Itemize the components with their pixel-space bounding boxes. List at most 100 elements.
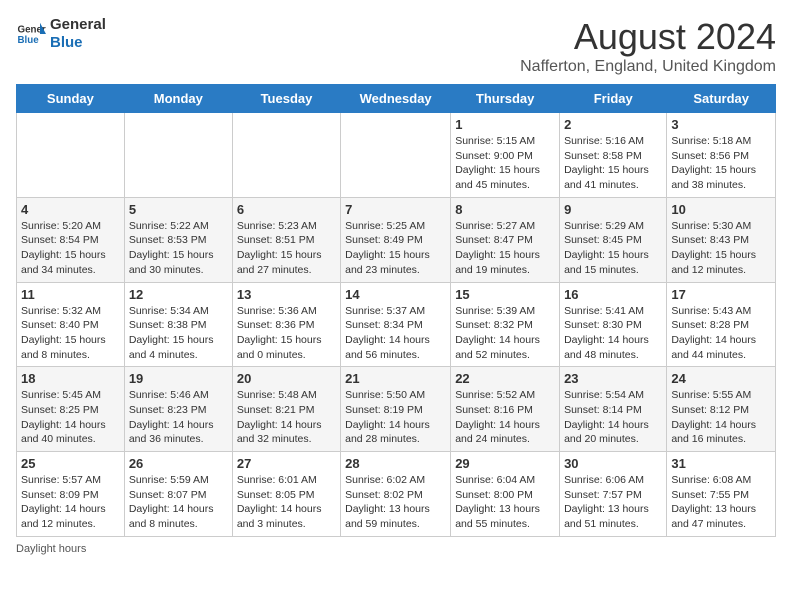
- day-cell: [232, 113, 340, 198]
- day-cell: 4 Sunrise: 5:20 AM Sunset: 8:54 PM Daylig…: [17, 197, 125, 282]
- day-number: 3: [671, 117, 771, 132]
- day-detail: Sunrise: 5:39 AM Sunset: 8:32 PM Dayligh…: [455, 304, 555, 363]
- day-detail: Sunrise: 5:43 AM Sunset: 8:28 PM Dayligh…: [671, 304, 771, 363]
- title-area: August 2024 Nafferton, England, United K…: [520, 16, 776, 76]
- day-cell: 11Sunrise: 5:32 AM Sunset: 8:40 PM Dayli…: [17, 282, 125, 367]
- day-number: 24: [671, 371, 771, 386]
- day-detail: Sunrise: 6:01 AM Sunset: 8:05 PM Dayligh…: [237, 473, 336, 532]
- day-detail: Sunrise: 5:29 AM Sunset: 8:45 PM Dayligh…: [564, 219, 662, 278]
- header-cell-sunday: Sunday: [17, 85, 125, 113]
- day-detail: Sunrise: 6:02 AM Sunset: 8:02 PM Dayligh…: [345, 473, 446, 532]
- day-cell: 8 Sunrise: 5:27 AM Sunset: 8:47 PM Daylig…: [451, 197, 560, 282]
- day-detail: Sunrise: 5:36 AM Sunset: 8:36 PM Dayligh…: [237, 304, 336, 363]
- day-number: 6: [237, 202, 336, 217]
- svg-text:Blue: Blue: [18, 35, 40, 46]
- day-number: 12: [129, 287, 228, 302]
- day-cell: 23 Sunrise: 5:54 AM Sunset: 8:14 PM Dayli…: [560, 367, 667, 452]
- day-number: 18: [21, 371, 120, 386]
- day-cell: 18 Sunrise: 5:45 AM Sunset: 8:25 PM Dayli…: [17, 367, 125, 452]
- day-cell: 13Sunrise: 5:36 AM Sunset: 8:36 PM Dayli…: [232, 282, 340, 367]
- day-number: 19: [129, 371, 228, 386]
- day-detail: Sunrise: 5:45 AM Sunset: 8:25 PM Dayligh…: [21, 388, 120, 447]
- day-cell: 9 Sunrise: 5:29 AM Sunset: 8:45 PM Daylig…: [560, 197, 667, 282]
- day-cell: 5 Sunrise: 5:22 AM Sunset: 8:53 PM Daylig…: [124, 197, 232, 282]
- day-detail: Sunrise: 5:52 AM Sunset: 8:16 PM Dayligh…: [455, 388, 555, 447]
- day-cell: [341, 113, 451, 198]
- day-cell: 7 Sunrise: 5:25 AM Sunset: 8:49 PM Daylig…: [341, 197, 451, 282]
- day-number: 14: [345, 287, 446, 302]
- day-number: 10: [671, 202, 771, 217]
- day-cell: 10 Sunrise: 5:30 AM Sunset: 8:43 PM Dayli…: [667, 197, 776, 282]
- day-cell: 2 Sunrise: 5:16 AM Sunset: 8:58 PM Daylig…: [560, 113, 667, 198]
- logo-icon: General Blue: [16, 19, 46, 49]
- day-cell: 19Sunrise: 5:46 AM Sunset: 8:23 PM Dayli…: [124, 367, 232, 452]
- day-detail: Sunrise: 6:06 AM Sunset: 7:57 PM Dayligh…: [564, 473, 662, 532]
- day-detail: Sunrise: 5:30 AM Sunset: 8:43 PM Dayligh…: [671, 219, 771, 278]
- header-cell-friday: Friday: [560, 85, 667, 113]
- day-number: 7: [345, 202, 446, 217]
- day-number: 8: [455, 202, 555, 217]
- calendar-table: SundayMondayTuesdayWednesdayThursdayFrid…: [16, 84, 776, 537]
- day-number: 17: [671, 287, 771, 302]
- day-number: 2: [564, 117, 662, 132]
- day-cell: [124, 113, 232, 198]
- header: General Blue General Blue August 2024 Na…: [16, 16, 776, 76]
- day-cell: 31Sunrise: 6:08 AM Sunset: 7:55 PM Dayli…: [667, 452, 776, 537]
- day-cell: 6 Sunrise: 5:23 AM Sunset: 8:51 PM Daylig…: [232, 197, 340, 282]
- day-cell: 28 Sunrise: 6:02 AM Sunset: 8:02 PM Dayli…: [341, 452, 451, 537]
- day-number: 5: [129, 202, 228, 217]
- day-cell: 20Sunrise: 5:48 AM Sunset: 8:21 PM Dayli…: [232, 367, 340, 452]
- day-detail: Sunrise: 5:23 AM Sunset: 8:51 PM Dayligh…: [237, 219, 336, 278]
- day-detail: Sunrise: 5:57 AM Sunset: 8:09 PM Dayligh…: [21, 473, 120, 532]
- day-number: 9: [564, 202, 662, 217]
- day-number: 22: [455, 371, 555, 386]
- day-detail: Sunrise: 6:04 AM Sunset: 8:00 PM Dayligh…: [455, 473, 555, 532]
- day-detail: Sunrise: 5:20 AM Sunset: 8:54 PM Dayligh…: [21, 219, 120, 278]
- day-detail: Sunrise: 5:25 AM Sunset: 8:49 PM Dayligh…: [345, 219, 446, 278]
- day-cell: 16Sunrise: 5:41 AM Sunset: 8:30 PM Dayli…: [560, 282, 667, 367]
- day-number: 28: [345, 456, 446, 471]
- day-detail: Sunrise: 5:34 AM Sunset: 8:38 PM Dayligh…: [129, 304, 228, 363]
- day-cell: 14 Sunrise: 5:37 AM Sunset: 8:34 PM Dayli…: [341, 282, 451, 367]
- day-number: 4: [21, 202, 120, 217]
- day-detail: Sunrise: 5:32 AM Sunset: 8:40 PM Dayligh…: [21, 304, 120, 363]
- day-detail: Sunrise: 5:22 AM Sunset: 8:53 PM Dayligh…: [129, 219, 228, 278]
- day-number: 21: [345, 371, 446, 386]
- week-row-3: 18 Sunrise: 5:45 AM Sunset: 8:25 PM Dayli…: [17, 367, 776, 452]
- day-cell: 12 Sunrise: 5:34 AM Sunset: 8:38 PM Dayli…: [124, 282, 232, 367]
- day-number: 23: [564, 371, 662, 386]
- day-cell: 26 Sunrise: 5:59 AM Sunset: 8:07 PM Dayli…: [124, 452, 232, 537]
- day-number: 26: [129, 456, 228, 471]
- day-detail: Sunrise: 5:59 AM Sunset: 8:07 PM Dayligh…: [129, 473, 228, 532]
- week-row-0: 1Sunrise: 5:15 AM Sunset: 9:00 PM Daylig…: [17, 113, 776, 198]
- day-detail: Sunrise: 6:08 AM Sunset: 7:55 PM Dayligh…: [671, 473, 771, 532]
- header-cell-saturday: Saturday: [667, 85, 776, 113]
- day-cell: 24 Sunrise: 5:55 AM Sunset: 8:12 PM Dayli…: [667, 367, 776, 452]
- day-cell: 21 Sunrise: 5:50 AM Sunset: 8:19 PM Dayli…: [341, 367, 451, 452]
- day-cell: 30 Sunrise: 6:06 AM Sunset: 7:57 PM Dayli…: [560, 452, 667, 537]
- day-detail: Sunrise: 5:37 AM Sunset: 8:34 PM Dayligh…: [345, 304, 446, 363]
- day-detail: Sunrise: 5:27 AM Sunset: 8:47 PM Dayligh…: [455, 219, 555, 278]
- day-number: 29: [455, 456, 555, 471]
- footer-daylight: Daylight hours: [16, 543, 776, 555]
- week-row-2: 11Sunrise: 5:32 AM Sunset: 8:40 PM Dayli…: [17, 282, 776, 367]
- day-cell: 29 Sunrise: 6:04 AM Sunset: 8:00 PM Dayli…: [451, 452, 560, 537]
- day-cell: [17, 113, 125, 198]
- day-cell: 27 Sunrise: 6:01 AM Sunset: 8:05 PM Dayli…: [232, 452, 340, 537]
- week-row-1: 4 Sunrise: 5:20 AM Sunset: 8:54 PM Daylig…: [17, 197, 776, 282]
- header-cell-wednesday: Wednesday: [341, 85, 451, 113]
- day-detail: Sunrise: 5:16 AM Sunset: 8:58 PM Dayligh…: [564, 134, 662, 193]
- logo: General Blue General Blue: [16, 16, 106, 52]
- day-number: 27: [237, 456, 336, 471]
- day-detail: Sunrise: 5:50 AM Sunset: 8:19 PM Dayligh…: [345, 388, 446, 447]
- calendar-title: August 2024: [520, 16, 776, 58]
- day-cell: 22 Sunrise: 5:52 AM Sunset: 8:16 PM Dayli…: [451, 367, 560, 452]
- header-cell-tuesday: Tuesday: [232, 85, 340, 113]
- day-number: 30: [564, 456, 662, 471]
- header-row: SundayMondayTuesdayWednesdayThursdayFrid…: [17, 85, 776, 113]
- week-row-4: 25Sunrise: 5:57 AM Sunset: 8:09 PM Dayli…: [17, 452, 776, 537]
- day-cell: 17 Sunrise: 5:43 AM Sunset: 8:28 PM Dayli…: [667, 282, 776, 367]
- day-detail: Sunrise: 5:54 AM Sunset: 8:14 PM Dayligh…: [564, 388, 662, 447]
- day-detail: Sunrise: 5:55 AM Sunset: 8:12 PM Dayligh…: [671, 388, 771, 447]
- day-cell: 3Sunrise: 5:18 AM Sunset: 8:56 PM Daylig…: [667, 113, 776, 198]
